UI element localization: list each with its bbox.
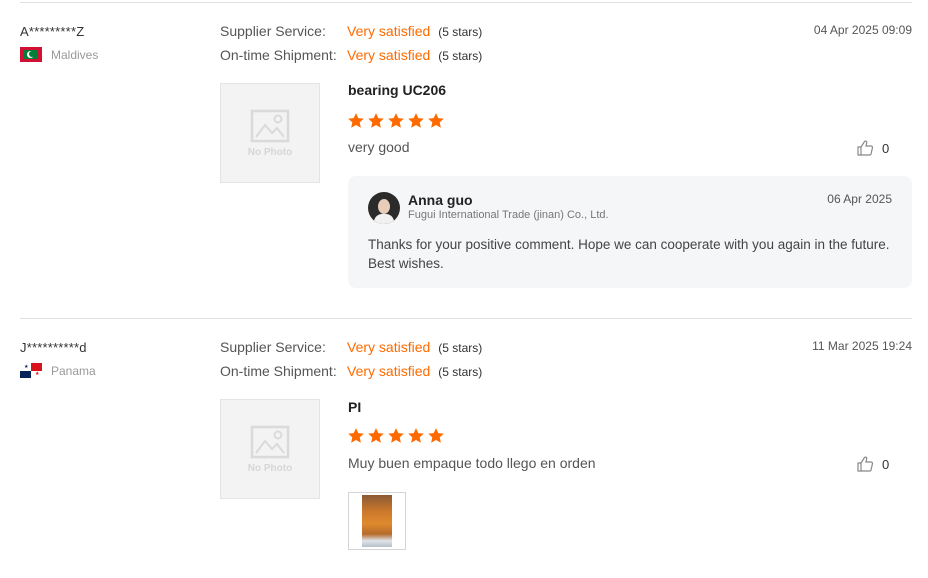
maldives-flag-icon	[20, 47, 42, 62]
star-icon	[348, 113, 364, 128]
star-icon	[408, 428, 424, 443]
reply-date: 06 Apr 2025	[827, 192, 892, 206]
star-icon	[428, 113, 444, 128]
panama-flag-icon: ★ ★	[20, 363, 42, 378]
like-count: 0	[882, 140, 890, 156]
review-comment: Muy buen empaque todo llego en orden	[348, 455, 596, 471]
reply-author-name: Anna guo	[408, 192, 473, 208]
no-photo-label: No Photo	[247, 146, 293, 158]
reply-text: Thanks for your positive comment. Hope w…	[368, 237, 890, 271]
supplier-service-label: Supplier Service:	[220, 339, 326, 355]
supplier-service-stars: (5 stars)	[438, 341, 483, 355]
thumbs-up-icon	[857, 456, 874, 472]
buyer-country: ★ ★ Panama	[20, 363, 96, 378]
product-name[interactable]: PI	[348, 399, 361, 415]
top-divider	[20, 2, 912, 3]
product-photo-placeholder[interactable]: No Photo	[220, 83, 320, 183]
shipment-stars: (5 stars)	[438, 365, 483, 379]
like-button[interactable]: 0	[856, 139, 889, 157]
review-attachment-thumbnail[interactable]	[348, 492, 406, 550]
shipment-rating: On-time Shipment: Very satisfied (5 star…	[220, 47, 482, 63]
thumbs-up-icon	[857, 140, 874, 156]
star-icon	[388, 113, 404, 128]
supplier-service-value: Very satisfied	[347, 23, 431, 39]
image-placeholder-icon	[250, 425, 290, 458]
no-photo-label: No Photo	[247, 462, 293, 474]
shipment-label: On-time Shipment:	[220, 47, 337, 63]
product-rating-stars	[347, 112, 447, 130]
shipment-stars: (5 stars)	[438, 49, 483, 63]
star-icon	[428, 428, 444, 443]
country-name: Maldives	[51, 47, 99, 62]
supplier-service-stars: (5 stars)	[438, 25, 483, 39]
shipment-value: Very satisfied	[347, 47, 431, 63]
review-comment: very good	[348, 139, 410, 155]
buyer-country: Maldives	[20, 47, 98, 62]
star-icon	[388, 428, 404, 443]
shipment-rating: On-time Shipment: Very satisfied (5 star…	[220, 363, 482, 379]
avatar	[368, 192, 400, 224]
review-timestamp: 11 Mar 2025 19:24	[812, 339, 912, 353]
supplier-service-value: Very satisfied	[347, 339, 431, 355]
shipment-label: On-time Shipment:	[220, 363, 337, 379]
product-photo-placeholder[interactable]: No Photo	[220, 399, 320, 499]
star-icon	[408, 113, 424, 128]
star-icon	[368, 428, 384, 443]
reply-company: Fugui International Trade (jinan) Co., L…	[408, 209, 609, 221]
country-name: Panama	[51, 363, 96, 378]
star-icon	[368, 113, 384, 128]
supplier-service-rating: Supplier Service: Very satisfied (5 star…	[220, 23, 482, 39]
review-timestamp: 04 Apr 2025 09:09	[813, 23, 912, 37]
like-count: 0	[882, 456, 890, 472]
attachment-image	[362, 495, 392, 547]
buyer-name: A*********Z	[20, 24, 85, 39]
supplier-service-label: Supplier Service:	[220, 23, 326, 39]
product-rating-stars	[347, 427, 447, 445]
buyer-name: J**********d	[20, 340, 87, 355]
supplier-service-rating: Supplier Service: Very satisfied (5 star…	[220, 339, 482, 355]
shipment-value: Very satisfied	[347, 363, 431, 379]
product-name[interactable]: bearing UC206	[348, 82, 446, 98]
like-button[interactable]: 0	[856, 455, 889, 473]
supplier-reply: Anna guo Fugui International Trade (jina…	[348, 176, 912, 288]
review-divider	[20, 318, 912, 319]
image-placeholder-icon	[250, 109, 290, 142]
star-icon	[348, 428, 364, 443]
